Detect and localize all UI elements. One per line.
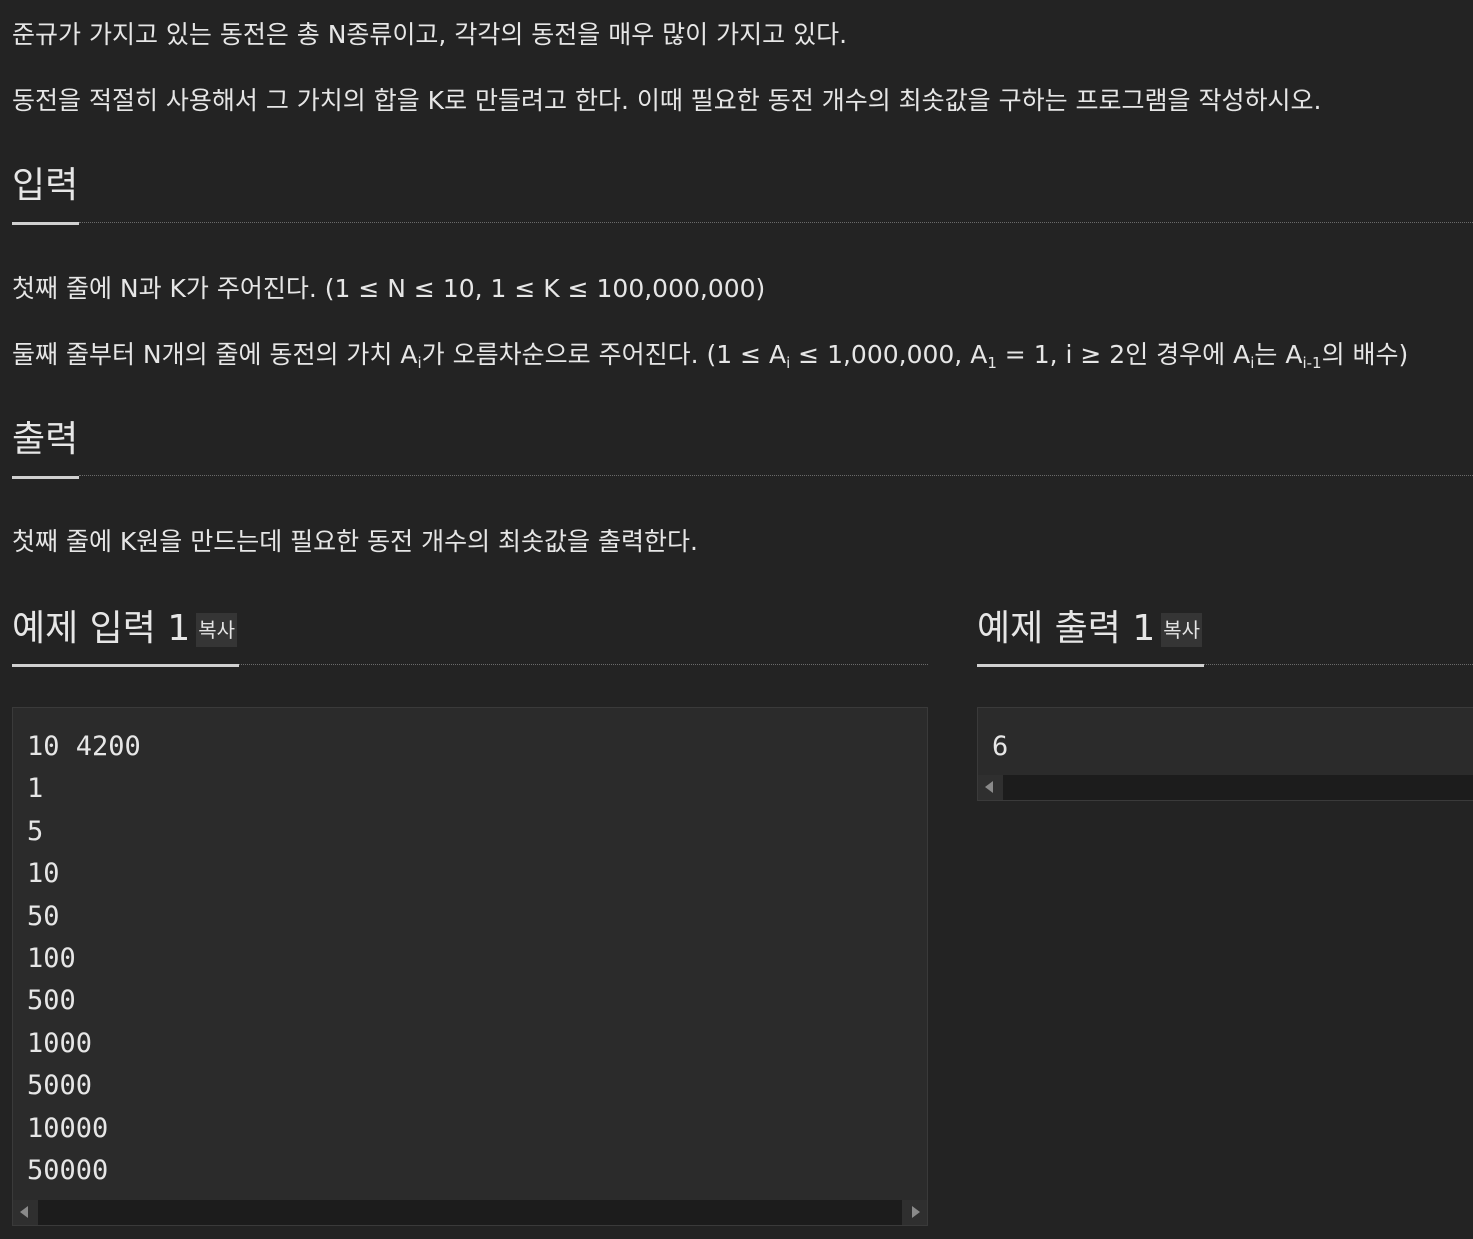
- sample-output-title: 예제 출력 1 복사: [977, 607, 1203, 651]
- scroll-right-arrow-icon[interactable]: [902, 1200, 927, 1225]
- sample-output-underline: [977, 664, 1204, 667]
- copy-sample-output-button[interactable]: 복사: [1161, 613, 1203, 647]
- output-heading-underline: [12, 476, 79, 479]
- code-line: 50000: [27, 1154, 109, 1186]
- problem-page: 준규가 가지고 있는 동전은 총 N종류이고, 각각의 동전을 매우 많이 가지…: [0, 0, 1473, 1239]
- sample-output-lines: 6: [992, 726, 1008, 768]
- sample-input-title-text: 예제 입력 1: [12, 608, 191, 649]
- sample-output-title-text: 예제 출력 1: [977, 608, 1156, 649]
- sample-output-scrollbar[interactable]: [978, 775, 1473, 800]
- sample-input-scrollbar[interactable]: [13, 1200, 927, 1225]
- code-line: 10: [27, 858, 60, 890]
- output-heading: 출력: [12, 419, 79, 460]
- scroll-left-arrow-icon[interactable]: [978, 775, 1003, 800]
- sample-input-box[interactable]: 10 4200 1 5 10 50 100 500 1000 5000 10000 50000: [12, 707, 928, 1226]
- sample-input-divider: [239, 664, 928, 665]
- code-line: 1: [27, 773, 44, 805]
- copy-sample-input-button[interactable]: 복사: [196, 613, 238, 647]
- code-line: 10000: [27, 1112, 109, 1144]
- code-line: 500: [27, 985, 76, 1017]
- sample-output-divider: [1204, 664, 1473, 665]
- description-line-2: 동전을 적절히 사용해서 그 가치의 합을 K로 만들려고 한다. 이때 필요한…: [12, 86, 1322, 115]
- code-line: 1000: [27, 1027, 93, 1059]
- input-heading: 입력: [12, 165, 79, 206]
- code-line: 50: [27, 900, 60, 932]
- code-line: 100: [27, 942, 76, 974]
- sample-input-lines: 10 4200 1 5 10 50 100 500 1000 5000 10000 50000: [27, 726, 141, 1192]
- sample-output-box[interactable]: 6: [977, 707, 1473, 801]
- input-line-1: 첫째 줄에 N과 K가 주어진다. (1 ≤ N ≤ 10, 1 ≤ K ≤ 1…: [12, 274, 766, 303]
- code-line: 10 4200: [27, 731, 141, 762]
- code-line: 5: [27, 815, 44, 847]
- output-heading-divider: [79, 475, 1473, 476]
- sample-input-underline: [12, 664, 239, 667]
- scroll-left-arrow-icon[interactable]: [13, 1200, 38, 1225]
- description-line-1: 준규가 가지고 있는 동전은 총 N종류이고, 각각의 동전을 매우 많이 가지…: [12, 20, 848, 49]
- code-line: 6: [992, 731, 1009, 762]
- input-line-2: 둘째 줄부터 N개의 줄에 동전의 가치 Ai가 오름차순으로 주어진다. (1…: [12, 340, 1409, 372]
- sample-input-title: 예제 입력 1 복사: [12, 607, 238, 651]
- code-line: 5000: [27, 1070, 93, 1102]
- input-heading-divider: [79, 222, 1473, 223]
- output-line-1: 첫째 줄에 K원을 만드는데 필요한 동전 개수의 최솟값을 출력한다.: [12, 527, 698, 556]
- input-heading-underline: [12, 222, 79, 225]
